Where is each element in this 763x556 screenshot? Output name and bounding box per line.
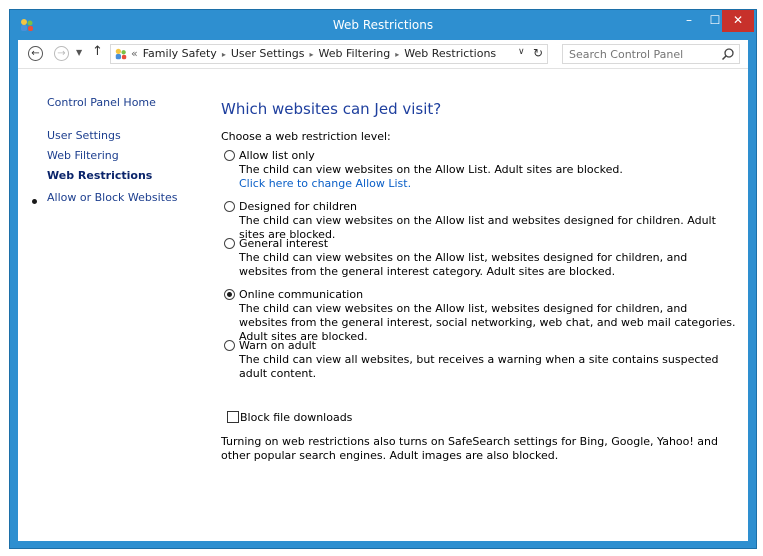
search-box[interactable] — [562, 44, 740, 64]
breadcrumb-separator[interactable]: ▸ — [395, 50, 399, 59]
address-bar[interactable]: « Family Safety ▸ User Settings ▸ Web Filteri… — [110, 44, 548, 64]
option-label[interactable]: Online communication — [239, 288, 363, 301]
change-allow-list-link[interactable]: Click here to change Allow List. — [239, 177, 411, 190]
recent-locations-button[interactable]: ▼ — [76, 48, 82, 57]
option-description: The child can view websites on the Allow… — [239, 163, 623, 176]
close-button[interactable]: ✕ — [722, 10, 754, 32]
window-title: Web Restrictions — [332, 18, 434, 32]
radio-button[interactable] — [224, 340, 235, 351]
block-downloads-label[interactable]: Block file downloads — [240, 411, 352, 424]
refresh-button[interactable]: ↻ — [533, 46, 543, 60]
option-description: The child can view all websites, but rec… — [239, 353, 719, 380]
address-dropdown-button[interactable]: ∨ — [518, 47, 525, 57]
sidebar-item-web-filtering[interactable]: Web Filtering — [47, 149, 119, 162]
sidebar-item-allow-or-block-websites[interactable]: Allow or Block Websites — [47, 191, 177, 204]
breadcrumb-item-family-safety[interactable]: Family Safety — [143, 47, 217, 60]
block-downloads-checkbox[interactable] — [227, 411, 239, 423]
search-icon[interactable] — [721, 47, 735, 61]
up-button[interactable]: ↑ — [92, 44, 103, 59]
breadcrumb-item-user-settings[interactable]: User Settings — [231, 47, 305, 60]
option-label[interactable]: General interest — [239, 237, 328, 250]
breadcrumb-separator[interactable]: ▸ — [222, 50, 226, 59]
title-bar[interactable]: Web Restrictions – ☐ ✕ — [10, 10, 756, 40]
search-input[interactable] — [569, 48, 714, 61]
breadcrumb-item-web-filtering[interactable]: Web Filtering — [319, 47, 391, 60]
window-frame: Web Restrictions – ☐ ✕ ← → ▼ ↑ « Family S… — [9, 9, 757, 549]
option-label[interactable]: Warn on adult — [239, 339, 316, 352]
option-description: The child can view websites on the Allow… — [239, 251, 688, 278]
sidebar-item-user-settings[interactable]: User Settings — [47, 129, 121, 142]
safesearch-note: Turning on web restrictions also turns o… — [221, 435, 718, 462]
option-description: The child can view websites on the Allow… — [239, 302, 736, 343]
back-button[interactable]: ← — [28, 46, 43, 61]
sidebar-item-control-panel-home[interactable]: Control Panel Home — [47, 96, 156, 109]
radio-button[interactable] — [224, 201, 235, 212]
active-item-bullet — [32, 199, 37, 204]
page-title: Which websites can Jed visit? — [221, 100, 442, 118]
breadcrumb-overflow-button[interactable]: « — [131, 47, 138, 60]
breadcrumb-item-web-restrictions[interactable]: Web Restrictions — [404, 47, 496, 60]
client-area: ← → ▼ ↑ « Family Safety ▸ User Settings ▸ Web… — [18, 40, 748, 541]
breadcrumb-separator[interactable]: ▸ — [310, 50, 314, 59]
radio-button-selected[interactable] — [224, 289, 235, 300]
radio-button[interactable] — [224, 238, 235, 249]
restriction-level-label: Choose a web restriction level: — [221, 130, 391, 143]
radio-button[interactable] — [224, 150, 235, 161]
navigation-bar: ← → ▼ ↑ « Family Safety ▸ User Settings ▸ Web… — [18, 40, 748, 69]
breadcrumb: « Family Safety ▸ User Settings ▸ Web Filteri… — [131, 47, 496, 60]
option-label[interactable]: Allow list only — [239, 149, 315, 162]
sidebar-item-web-restrictions[interactable]: Web Restrictions — [47, 169, 152, 182]
family-safety-icon — [115, 48, 127, 60]
minimize-button[interactable]: – — [676, 10, 702, 32]
option-label[interactable]: Designed for children — [239, 200, 357, 213]
forward-button[interactable]: → — [54, 46, 69, 61]
